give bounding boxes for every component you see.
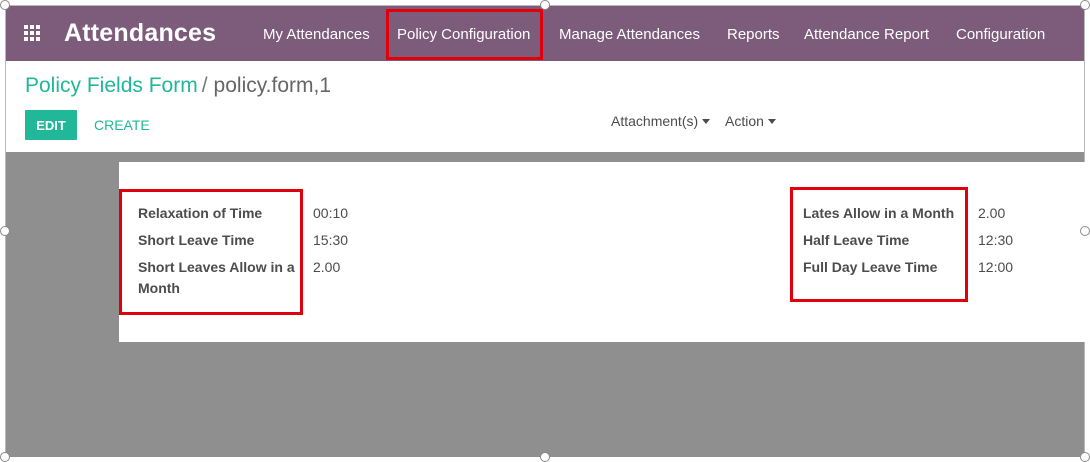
resize-handle-bottom[interactable] bbox=[540, 452, 550, 462]
field-value-lates-allow: 2.00 bbox=[978, 205, 1006, 221]
resize-handle-bottom-left[interactable] bbox=[0, 452, 10, 462]
resize-handle-top[interactable] bbox=[540, 0, 550, 10]
caret-down-icon bbox=[702, 118, 711, 124]
highlight-box-right-fields bbox=[790, 187, 968, 302]
apps-grid-icon[interactable] bbox=[24, 25, 42, 41]
breadcrumb-parent-link[interactable]: Policy Fields Form bbox=[25, 74, 198, 97]
field-value-short-leave-time: 15:30 bbox=[313, 232, 349, 248]
field-value-full-day-leave-time: 12:00 bbox=[978, 259, 1014, 275]
highlight-box-left-fields bbox=[119, 189, 303, 315]
app-title: Attendances bbox=[64, 19, 217, 47]
edit-button[interactable]: EDIT bbox=[25, 110, 77, 140]
resize-handle-top-right[interactable] bbox=[1080, 0, 1090, 10]
field-value-relaxation-of-time: 00:10 bbox=[313, 205, 349, 221]
nav-item-my-attendances[interactable]: My Attendances bbox=[263, 26, 370, 43]
breadcrumb-current: policy.form,1 bbox=[213, 74, 332, 97]
resize-handle-bottom-right[interactable] bbox=[1080, 452, 1090, 462]
nav-item-manage-attendances[interactable]: Manage Attendances bbox=[559, 26, 700, 43]
field-value-short-leaves-allow: 2.00 bbox=[313, 259, 341, 275]
resize-handle-top-left[interactable] bbox=[0, 0, 10, 10]
main-navbar: Attendances My Attendances Policy Config… bbox=[6, 6, 1084, 61]
resize-handle-left[interactable] bbox=[0, 226, 10, 236]
attachments-dropdown[interactable]: Attachment(s) bbox=[611, 113, 711, 129]
field-value-half-leave-time: 12:30 bbox=[978, 232, 1014, 248]
highlight-box-policy-configuration bbox=[386, 9, 543, 60]
nav-item-reports[interactable]: Reports bbox=[727, 26, 780, 43]
action-dropdown[interactable]: Action bbox=[725, 113, 776, 129]
breadcrumb: Policy Fields Form / policy.form,1 bbox=[25, 74, 331, 98]
action-label: Action bbox=[725, 113, 764, 129]
breadcrumb-separator: / bbox=[201, 74, 208, 97]
nav-item-attendance-report[interactable]: Attendance Report bbox=[804, 26, 929, 43]
nav-item-configuration[interactable]: Configuration bbox=[956, 26, 1045, 43]
create-button[interactable]: CREATE bbox=[94, 117, 150, 133]
resize-handle-right[interactable] bbox=[1080, 226, 1090, 236]
attachments-label: Attachment(s) bbox=[611, 113, 699, 129]
caret-down-icon bbox=[767, 118, 776, 124]
